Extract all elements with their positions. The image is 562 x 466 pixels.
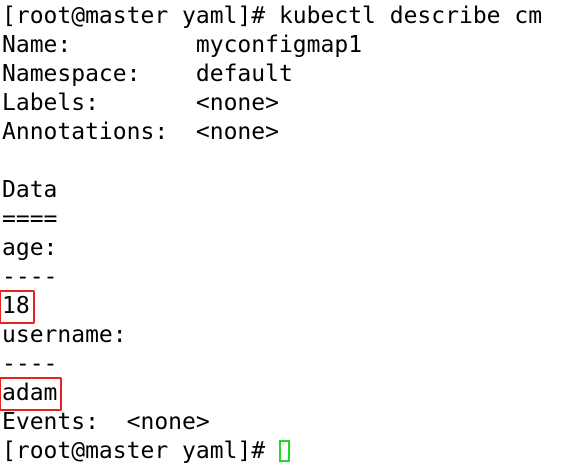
shell-prompt: [root@master yaml]#: [2, 3, 279, 29]
cursor-icon: [278, 440, 290, 462]
field-name: Name: myconfigmap1: [2, 31, 542, 60]
data-header: Data: [2, 177, 58, 203]
data-rule: ====: [2, 206, 58, 232]
field-value: default: [195, 61, 293, 87]
prompt-line[interactable]: [root@master yaml]#: [2, 437, 542, 466]
field-value: <none>: [195, 119, 279, 145]
highlighted-value: 18: [0, 290, 35, 324]
shell-prompt: [root@master yaml]#: [2, 438, 279, 464]
field-namespace: Namespace: default: [2, 60, 542, 89]
field-key: Name:: [2, 32, 196, 58]
entry-value-username: adam: [0, 377, 542, 411]
terminal-output: [root@master yaml]# kubectl describe cm …: [0, 2, 542, 466]
field-key: Labels:: [2, 90, 196, 116]
command-text: kubectl describe cm: [278, 3, 543, 29]
events-key: Events:: [2, 409, 127, 435]
field-annotations: Annotations: <none>: [2, 118, 542, 147]
entry-value-age: 18: [0, 290, 542, 324]
entry-rule: ----: [2, 351, 58, 377]
entry-key-username: username:: [2, 322, 127, 348]
field-value: myconfigmap1: [195, 32, 363, 58]
field-key: Namespace:: [2, 61, 196, 87]
entry-rule: ----: [2, 264, 58, 290]
entry-key-age: age:: [2, 235, 58, 261]
highlighted-value: adam: [0, 377, 63, 411]
command-line: [root@master yaml]# kubectl describe cm: [2, 2, 542, 31]
events-value: <none>: [126, 409, 210, 435]
field-key: Annotations:: [2, 119, 196, 145]
field-value: <none>: [195, 90, 279, 116]
events-line: Events: <none>: [2, 408, 542, 437]
field-labels: Labels: <none>: [2, 89, 542, 118]
